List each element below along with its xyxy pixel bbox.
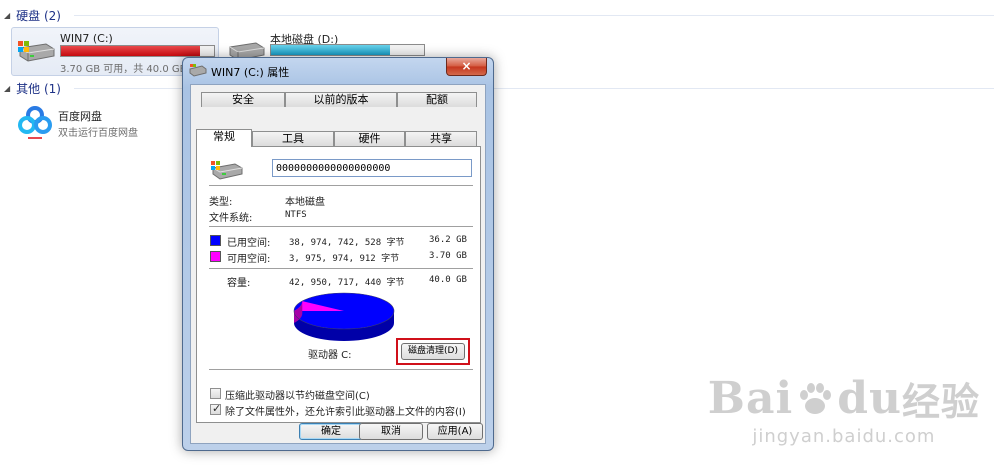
tab-sharing[interactable]: 共享 <box>405 131 477 146</box>
capacity-gb: 40.0 GB <box>429 275 467 285</box>
dialog-title: WIN7 (C:) 属性 <box>211 66 290 79</box>
separator <box>209 185 473 186</box>
tab-general[interactable]: 常规 <box>196 129 252 147</box>
paw-icon <box>800 382 832 414</box>
tab-quota[interactable]: 配额 <box>397 92 477 107</box>
apply-button[interactable]: 应用(A) <box>427 423 483 440</box>
free-space-swatch <box>210 251 221 262</box>
drive-usage-bar-d <box>270 44 425 56</box>
filesystem-label: 文件系统: <box>209 213 253 224</box>
app-name: 百度网盘 <box>58 110 102 123</box>
group-divider <box>74 15 994 16</box>
group-header-other[interactable]: ◢ 其他 (1) <box>4 80 994 97</box>
dialog-client: 安全 以前的版本 配额 常规 工具 硬件 共享 类型: <box>190 84 486 444</box>
compress-label[interactable]: 压缩此驱动器以节约磁盘空间(C) <box>225 387 370 402</box>
tab-tools[interactable]: 工具 <box>252 131 334 146</box>
general-tab-panel: 类型: 本地磁盘 文件系统: NTFS 已用空间: 38, 974, 742, … <box>196 146 481 423</box>
drive-name-c: WIN7 (C:) <box>60 32 113 45</box>
disk-usage-pie-chart <box>293 292 395 341</box>
group-title-other: 其他 (1) <box>16 82 61 96</box>
drive-title-icon <box>189 64 207 77</box>
capacity-bytes: 42, 950, 717, 440 字节 <box>289 278 405 288</box>
watermark-logo-du: du <box>837 373 902 424</box>
properties-dialog: WIN7 (C:) 属性 × 安全 以前的版本 配额 常规 工具 硬件 共享 0… <box>182 57 494 451</box>
dialog-titlebar[interactable]: WIN7 (C:) 属性 × <box>183 58 493 84</box>
tab-previous-versions[interactable]: 以前的版本 <box>285 92 397 107</box>
watermark-logo-bai: Bai <box>707 373 794 424</box>
used-space-label: 已用空间: <box>227 238 271 249</box>
compress-checkbox[interactable] <box>210 388 221 399</box>
used-space-swatch <box>210 235 221 246</box>
drive-caption: 驱动器 C: <box>308 350 352 361</box>
drive-windows-icon <box>18 41 55 62</box>
group-header-disks[interactable]: ◢ 硬盘 (2) <box>4 7 994 24</box>
used-space-gb: 36.2 GB <box>429 235 467 245</box>
used-space-bytes: 38, 974, 742, 528 字节 <box>289 238 405 248</box>
collapse-triangle-icon[interactable]: ◢ <box>4 11 10 20</box>
drive-free-space-c: 3.70 GB 可用，共 40.0 GB <box>60 64 187 75</box>
type-value: 本地磁盘 <box>285 197 325 208</box>
index-checkbox[interactable]: ✓ <box>210 402 222 415</box>
filesystem-value: NTFS <box>285 210 307 220</box>
watermark-logo: Bai du 经验 <box>708 371 980 426</box>
tab-security[interactable]: 安全 <box>201 92 285 107</box>
baidu-jingyan-watermark: Bai du 经验 jingyan.baidu.com <box>708 371 980 447</box>
ok-button[interactable]: 确定 <box>299 423 363 440</box>
disk-cleanup-button[interactable]: 磁盘清理(D) <box>401 343 465 360</box>
app-subtitle: 双击运行百度网盘 <box>58 128 138 139</box>
close-button[interactable]: × <box>446 58 487 76</box>
separator <box>209 369 473 370</box>
baidu-netdisk-icon <box>18 106 52 139</box>
volume-label-input[interactable] <box>272 159 472 177</box>
drive-usage-bar-c <box>60 45 215 57</box>
collapse-triangle-icon[interactable]: ◢ <box>4 84 10 93</box>
capacity-label: 容量: <box>227 278 251 289</box>
tab-hardware[interactable]: 硬件 <box>334 131 405 146</box>
free-space-gb: 3.70 GB <box>429 251 467 261</box>
drive-windows-icon <box>211 161 243 180</box>
close-icon: × <box>461 59 472 73</box>
free-space-label: 可用空间: <box>227 254 271 265</box>
separator <box>209 268 473 269</box>
separator <box>209 226 473 227</box>
watermark-url: jingyan.baidu.com <box>752 426 936 447</box>
index-label[interactable]: 除了文件属性外，还允许索引此驱动器上文件的内容(I) <box>225 403 466 418</box>
cancel-button[interactable]: 取消 <box>359 423 423 440</box>
group-title-disks: 硬盘 (2) <box>16 9 61 23</box>
check-mark-icon: ✓ <box>212 402 222 415</box>
free-space-bytes: 3, 975, 974, 912 字节 <box>289 254 400 264</box>
watermark-logo-jingyan: 经验 <box>901 380 980 424</box>
type-label: 类型: <box>209 197 233 208</box>
